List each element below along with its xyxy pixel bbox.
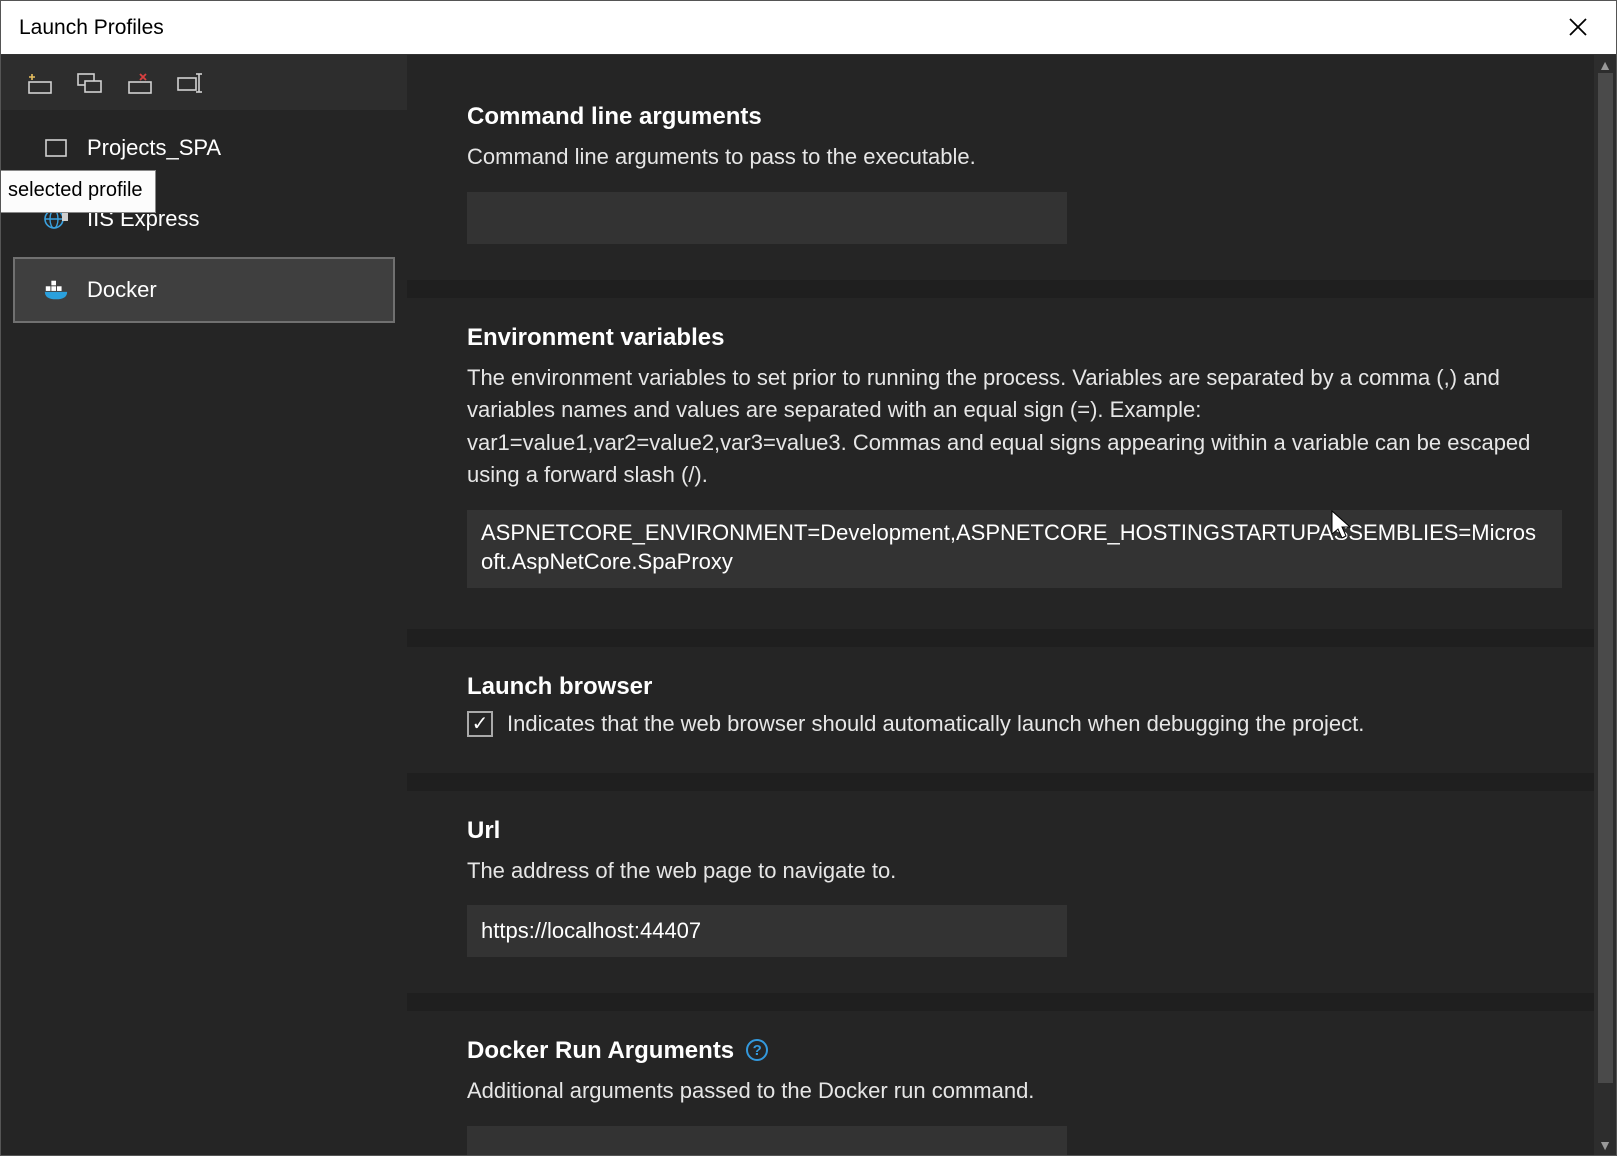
launch-profiles-window: Launch Profiles: [0, 0, 1617, 1156]
launch-title: Launch browser: [467, 673, 1556, 701]
scroll-thumb[interactable]: [1598, 73, 1613, 1083]
env-desc: The environment variables to set prior t…: [467, 362, 1556, 492]
window-title: Launch Profiles: [19, 16, 164, 40]
profile-label: Docker: [87, 277, 157, 303]
url-input[interactable]: [467, 905, 1067, 957]
docker-run-title: Docker Run Arguments ?: [467, 1037, 1556, 1065]
new-profile-icon: [26, 72, 54, 94]
cmd-title: Command line arguments: [467, 103, 1556, 131]
docker-icon: [43, 277, 69, 303]
cmd-args-input[interactable]: [467, 192, 1067, 244]
delete-profile-icon: [126, 72, 154, 94]
profile-list: Projects_SPA IIS Express: [1, 110, 407, 325]
launch-checkbox-row: Indicates that the web browser should au…: [467, 711, 1556, 737]
scroll-up-arrow[interactable]: ▲: [1598, 55, 1612, 75]
launch-browser-checkbox[interactable]: [467, 711, 493, 737]
close-icon: [1568, 17, 1588, 37]
section-url: Url The address of the web page to navig…: [407, 791, 1616, 994]
section-command-line-args: Command line arguments Command line argu…: [407, 55, 1616, 280]
profile-item-docker[interactable]: Docker: [13, 257, 395, 323]
scrollbar[interactable]: ▲ ▼: [1594, 55, 1616, 1155]
help-icon[interactable]: ?: [746, 1039, 768, 1061]
section-docker-run-args: Docker Run Arguments ? Additional argume…: [407, 1011, 1616, 1155]
profile-label: Projects_SPA: [87, 135, 221, 161]
env-title: Environment variables: [467, 324, 1556, 352]
new-profile-button[interactable]: [26, 71, 54, 95]
delete-profile-button[interactable]: [126, 71, 154, 95]
sidebar: selected profile Projects_SPA: [1, 55, 407, 1155]
scroll-down-arrow[interactable]: ▼: [1598, 1135, 1612, 1155]
cmd-desc: Command line arguments to pass to the ex…: [467, 141, 1556, 174]
duplicate-profile-button[interactable]: [76, 71, 104, 95]
section-launch-browser: Launch browser Indicates that the web br…: [407, 647, 1616, 773]
duplicate-profile-icon: [76, 72, 104, 94]
close-button[interactable]: [1558, 8, 1598, 48]
project-icon: [43, 135, 69, 161]
docker-run-desc: Additional arguments passed to the Docke…: [467, 1075, 1556, 1108]
rename-profile-icon: [176, 72, 204, 94]
main-panel: Command line arguments Command line argu…: [407, 55, 1616, 1155]
main-inner: Command line arguments Command line argu…: [407, 55, 1616, 1155]
url-title: Url: [467, 817, 1556, 845]
selected-profile-tooltip: selected profile: [1, 170, 156, 213]
titlebar: Launch Profiles: [1, 1, 1616, 55]
env-vars-input[interactable]: [467, 510, 1562, 588]
content-area: selected profile Projects_SPA: [1, 55, 1616, 1155]
rename-profile-button[interactable]: [176, 71, 204, 95]
sidebar-toolbar: [1, 55, 407, 110]
docker-run-title-text: Docker Run Arguments: [467, 1037, 734, 1065]
url-desc: The address of the web page to navigate …: [467, 855, 1556, 888]
launch-checkbox-label: Indicates that the web browser should au…: [507, 711, 1364, 737]
docker-run-args-input[interactable]: [467, 1126, 1067, 1155]
section-env-vars: Environment variables The environment va…: [407, 298, 1616, 629]
